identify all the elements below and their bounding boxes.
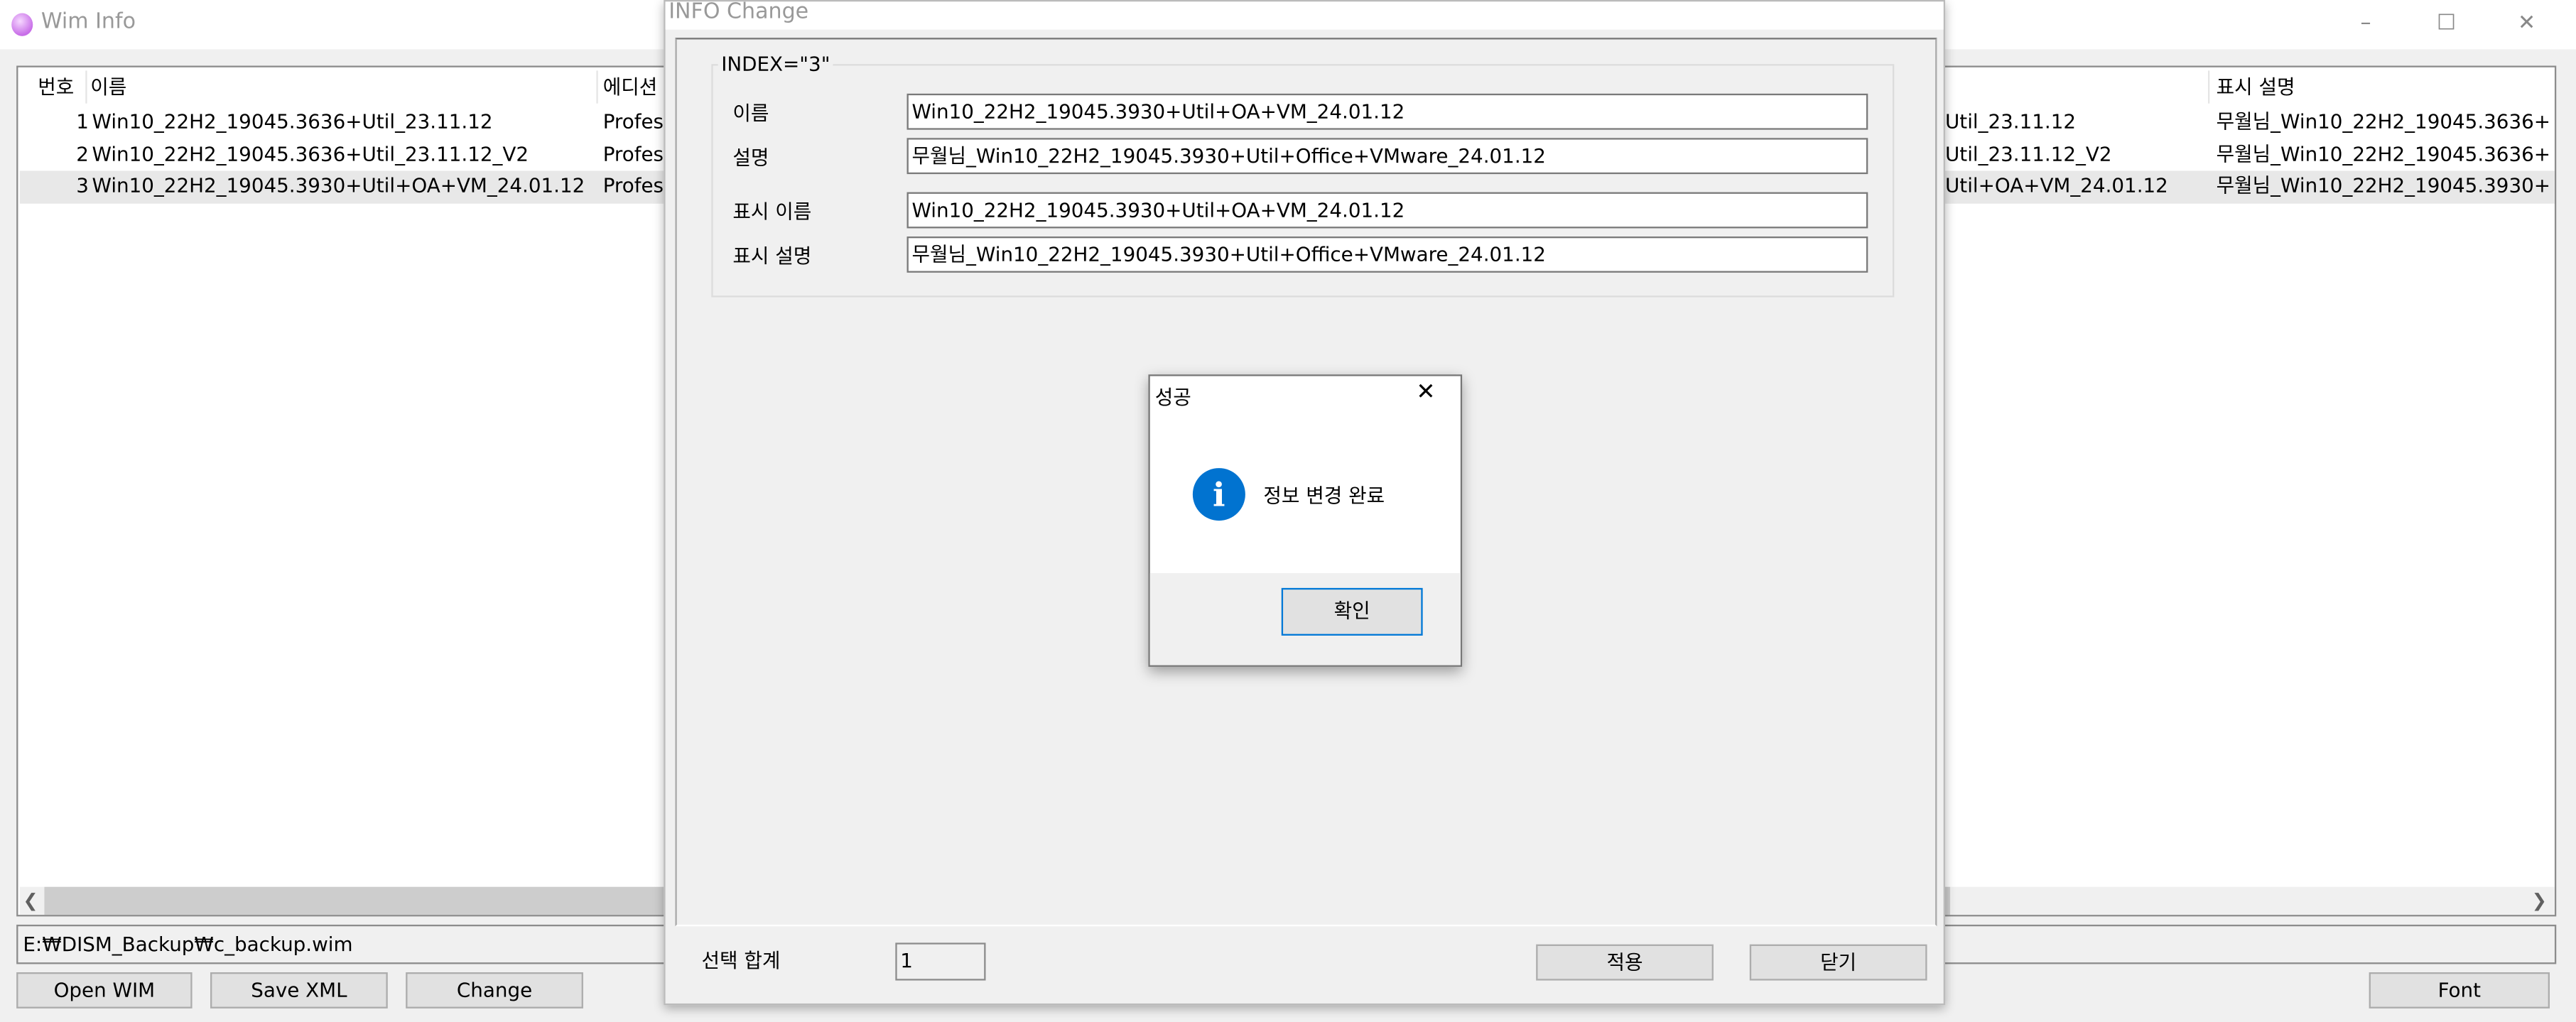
group-label: INDEX="3" — [718, 53, 834, 76]
field-input[interactable]: 무월님_Win10_22H2_19045.3930+Util+Office+VM… — [907, 138, 1868, 175]
field-input[interactable]: Win10_22H2_19045.3930+Util+OA+VM_24.01.1… — [907, 192, 1868, 229]
field-label: 설명 — [732, 146, 769, 170]
success-message-box: 성공 ✕ i 정보 변경 완료 확인 — [1148, 374, 1463, 667]
column-divider[interactable] — [85, 70, 87, 104]
field-input[interactable]: Win10_22H2_19045.3930+Util+OA+VM_24.01.1… — [907, 93, 1868, 130]
column-header-edition[interactable]: 에디션 — [603, 70, 669, 105]
change-button[interactable]: Change — [406, 972, 583, 1009]
close-icon[interactable]: ✕ — [1416, 379, 1435, 406]
window-title: Wim Info — [40, 9, 136, 35]
minimize-button[interactable]: – — [2333, 6, 2399, 43]
scroll-right-icon[interactable]: ❯ — [2532, 887, 2552, 915]
msgbox-title: 성공 — [1154, 386, 1191, 409]
total-field[interactable]: 1 — [895, 942, 986, 981]
cell-name: Win10_22H2_19045.3930+Util+OA+VM_24.01.1… — [92, 174, 585, 197]
info-icon: i — [1192, 468, 1245, 521]
msgbox-message: 정보 변경 완료 — [1263, 484, 1385, 508]
total-label: 선택 합계 — [701, 949, 781, 972]
column-divider[interactable] — [2208, 70, 2210, 104]
maximize-button[interactable]: ☐ — [2413, 6, 2479, 43]
field-label: 표시 설명 — [732, 244, 812, 268]
cell-name: Win10_22H2_19045.3636+Util_23.11.12 — [92, 109, 493, 134]
apply-button[interactable]: 적용 — [1536, 944, 1714, 981]
cell-display-desc: 무월님_Win10_22H2_19045.3930+ — [2216, 174, 2551, 197]
disc-icon — [11, 13, 33, 36]
ok-button[interactable]: 확인 — [1281, 587, 1423, 636]
column-header-display-desc[interactable]: 표시 설명 — [2217, 70, 2295, 105]
column-header-index[interactable]: 번호 — [38, 70, 74, 105]
cell-display-desc: 무월님_Win10_22H2_19045.3636+ — [2216, 109, 2551, 134]
cell-name: Win10_22H2_19045.3636+Util_23.11.12_V2 — [92, 142, 529, 165]
font-button[interactable]: Font — [2369, 972, 2550, 1009]
cell-display-name: Util_23.11.12_V2 — [1945, 142, 2112, 165]
dialog-close-button[interactable]: 닫기 — [1749, 944, 1927, 981]
dialog-title-bar: INFO Change — [665, 0, 1944, 30]
field-label: 표시 이름 — [732, 200, 812, 224]
column-divider[interactable] — [596, 70, 598, 104]
dialog-title: INFO Change — [669, 0, 809, 25]
cell-display-desc: 무월님_Win10_22H2_19045.3636+ — [2216, 142, 2551, 165]
cell-index: 3 — [76, 174, 89, 197]
cell-index: 1 — [76, 109, 89, 134]
save-xml-button[interactable]: Save XML — [210, 972, 388, 1009]
scroll-left-icon[interactable]: ❮ — [23, 887, 43, 915]
cell-display-name: Util+OA+VM_24.01.12 — [1945, 174, 2168, 197]
open-wim-button[interactable]: Open WIM — [16, 972, 193, 1009]
cell-index: 2 — [76, 142, 89, 165]
field-input[interactable]: 무월님_Win10_22H2_19045.3930+Util+Office+VM… — [907, 237, 1868, 273]
column-header-name[interactable]: 이름 — [90, 70, 126, 105]
cell-display-name: Util_23.11.12 — [1945, 109, 2077, 134]
field-label: 이름 — [732, 102, 769, 125]
close-button[interactable]: ✕ — [2494, 6, 2560, 43]
